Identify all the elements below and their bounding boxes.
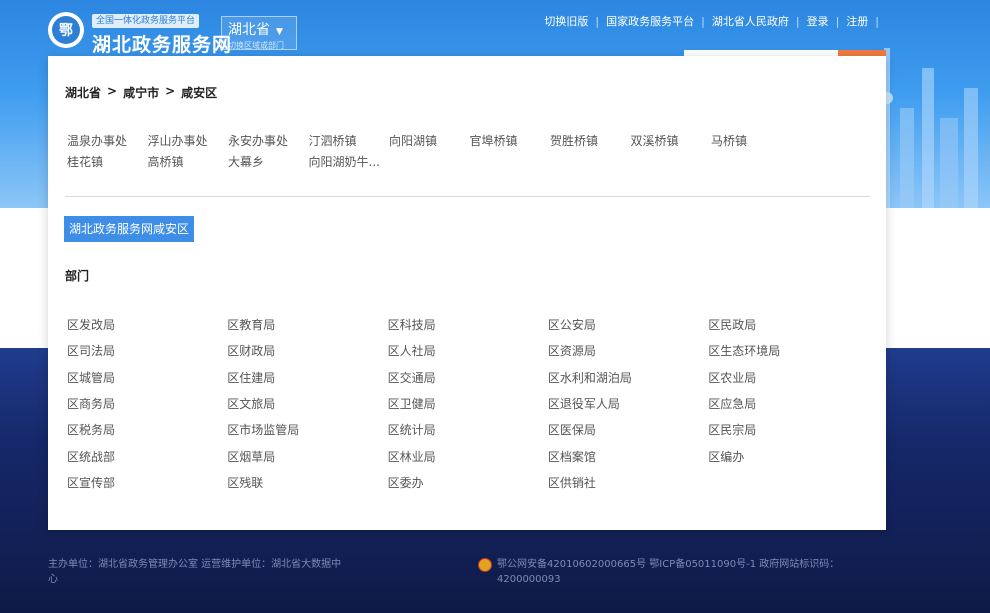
top-links: 切换旧版 | 国家政务服务平台 | 湖北省人民政府 | 登录 | 注册 |: [544, 13, 879, 29]
link-provincial-government[interactable]: 湖北省人民政府: [712, 13, 789, 29]
town-link[interactable]: 向阳湖镇: [389, 132, 437, 149]
department-link[interactable]: 区科技局: [388, 316, 436, 333]
link-national-platform[interactable]: 国家政务服务平台: [606, 13, 694, 29]
caret-down-icon: ▼: [276, 27, 283, 37]
breadcrumb-district[interactable]: 咸安区: [181, 84, 217, 101]
department-link[interactable]: 区住建局: [227, 369, 275, 386]
town-link[interactable]: 桂花镇: [67, 153, 103, 170]
town-link[interactable]: 永安办事处: [228, 132, 288, 149]
town-link[interactable]: 向阳湖奶牛...: [309, 153, 380, 170]
department-link[interactable]: 区民宗局: [708, 421, 756, 438]
link-login[interactable]: 登录: [807, 13, 829, 29]
footer-registration-text[interactable]: 鄂公网安备42010602000665号 鄂ICP备05011090号-1 政府…: [497, 557, 867, 587]
footer-organizer: 主办单位：湖北省政务管理办公室 运营维护单位：湖北省大数据中心: [48, 559, 342, 585]
department-link[interactable]: 区市场监管局: [227, 421, 299, 438]
department-link[interactable]: 区统计局: [388, 421, 436, 438]
department-link[interactable]: 区农业局: [708, 369, 756, 386]
department-link[interactable]: 区民政局: [708, 316, 756, 333]
department-link[interactable]: 区供销社: [548, 474, 596, 491]
department-link[interactable]: 区商务局: [67, 395, 115, 412]
breadcrumb-city[interactable]: 咸宁市: [123, 84, 159, 101]
department-link[interactable]: 区生态环境局: [708, 342, 780, 359]
department-link[interactable]: 区城管局: [67, 369, 115, 386]
site-title[interactable]: 湖北政务服务网: [92, 30, 232, 57]
town-link[interactable]: 马桥镇: [711, 132, 747, 149]
department-link[interactable]: 区资源局: [548, 342, 596, 359]
footer-registration: 鄂公网安备42010602000665号 鄂ICP备05011090号-1 政府…: [478, 557, 867, 587]
breadcrumb: 湖北省 > 咸宁市 > 咸安区: [65, 84, 218, 101]
department-link[interactable]: 区人社局: [388, 342, 436, 359]
department-heading: 部门: [65, 269, 90, 283]
town-link[interactable]: 双溪桥镇: [631, 132, 679, 149]
department-link[interactable]: 区林业局: [388, 448, 436, 465]
department-link[interactable]: 区财政局: [227, 342, 275, 359]
region-switcher[interactable]: 湖北省 ▼ 切换区域或部门: [221, 16, 297, 50]
department-link[interactable]: 区烟草局: [227, 448, 275, 465]
department-link[interactable]: 区残联: [227, 474, 263, 491]
department-link[interactable]: 区发改局: [67, 316, 115, 333]
divider: [65, 196, 870, 197]
platform-tag: 全国一体化政务服务平台: [92, 14, 200, 28]
department-link[interactable]: 区教育局: [227, 316, 275, 333]
department-link[interactable]: 区退役军人局: [548, 395, 620, 412]
district-site-button[interactable]: 湖北政务服务网咸安区: [64, 216, 195, 242]
town-link[interactable]: 浮山办事处: [148, 132, 208, 149]
department-link[interactable]: 区司法局: [67, 342, 115, 359]
town-link[interactable]: 大幕乡: [228, 153, 264, 170]
town-link[interactable]: 温泉办事处: [67, 132, 127, 149]
department-link[interactable]: 区统战部: [67, 448, 115, 465]
town-link[interactable]: 贺胜桥镇: [550, 132, 598, 149]
site-logo[interactable]: 鄂: [48, 12, 84, 48]
town-link[interactable]: 高桥镇: [148, 153, 184, 170]
emblem-icon: 鄂: [52, 16, 80, 44]
department-link[interactable]: 区文旅局: [227, 395, 275, 412]
department-link[interactable]: 区档案馆: [548, 448, 596, 465]
department-link[interactable]: 区水利和湖泊局: [548, 369, 632, 386]
department-link[interactable]: 区卫健局: [388, 395, 436, 412]
department-link[interactable]: 区应急局: [708, 395, 756, 412]
link-old-version[interactable]: 切换旧版: [544, 13, 588, 29]
link-register[interactable]: 注册: [846, 13, 868, 29]
region-department-panel: 湖北省 > 咸宁市 > 咸安区 温泉办事处 浮山办事处 永安办事处 汀泗桥镇 向阳湖镇 官…: [48, 56, 886, 530]
town-link[interactable]: 官埠桥镇: [470, 132, 518, 149]
breadcrumb-province[interactable]: 湖北省: [65, 84, 101, 101]
department-link[interactable]: 区税务局: [67, 421, 115, 438]
site-header: 鄂 全国一体化政务服务平台 湖北政务服务网 湖北省 ▼ 切换区域或部门 切换旧版 |…: [0, 0, 990, 56]
department-link[interactable]: 区委办: [388, 474, 424, 491]
region-hint: 切换区域或部门: [228, 41, 284, 50]
town-link[interactable]: 汀泗桥镇: [309, 132, 357, 149]
department-link[interactable]: 区编办: [708, 448, 744, 465]
department-link[interactable]: 区医保局: [548, 421, 596, 438]
police-badge-icon: [478, 558, 492, 572]
department-link[interactable]: 区交通局: [388, 369, 436, 386]
region-name: 湖北省: [228, 22, 270, 38]
department-link[interactable]: 区宣传部: [67, 474, 115, 491]
department-link[interactable]: 区公安局: [548, 316, 596, 333]
